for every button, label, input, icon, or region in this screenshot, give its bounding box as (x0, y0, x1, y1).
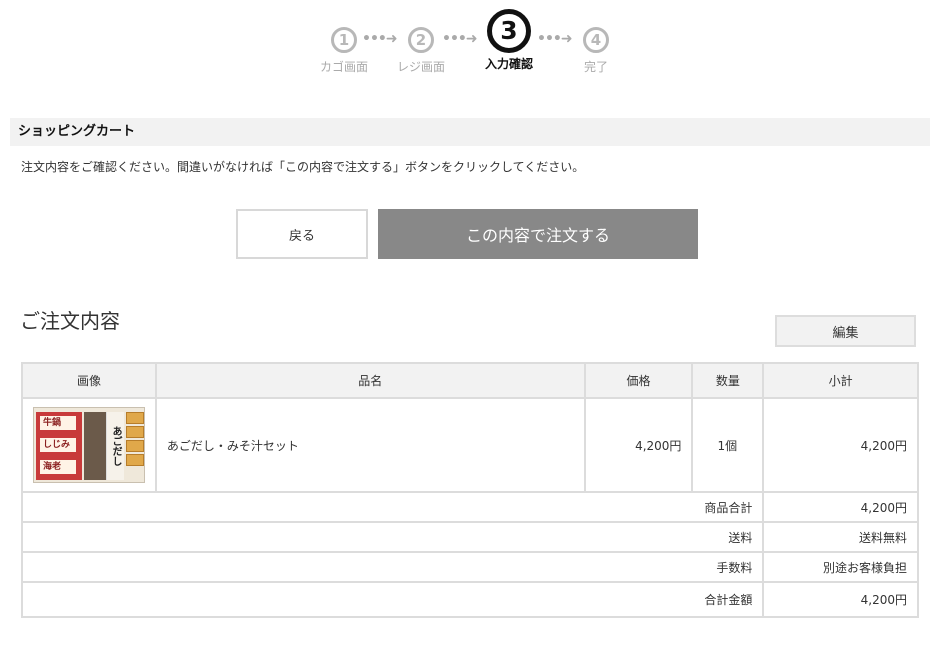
confirm-notice: 注文内容をご確認ください。間違いがなければ「この内容で注文する」ボタンをクリック… (21, 160, 585, 174)
col-header-image: 画像 (21, 362, 157, 399)
step-number: 4 (583, 27, 609, 53)
step-number: 3 (487, 9, 531, 53)
step-label: 完了 (583, 60, 608, 74)
table-row: 牛鍋 しじみ 海老 あごだし あごだし・みそ汁セット 4,200円 1個 4,2… (21, 397, 919, 493)
fee-value: 別途お客様負担 (762, 551, 919, 583)
summary-row-goods-total: 商品合計 4,200円 (20, 491, 919, 523)
product-image-part (125, 412, 144, 480)
checkout-steps: 1 カゴ画面 •••➜ 2 レジ画面 •••➜ 3 入力確認 •••➜ 4 完了 (0, 0, 942, 90)
product-image-part: 牛鍋 しじみ 海老 (35, 412, 82, 480)
table-header-row: 画像 品名 価格 数量 小計 (21, 362, 919, 399)
dotted-arrow-icon: •••➜ (442, 31, 478, 47)
col-header-price: 価格 (583, 362, 694, 399)
order-table: 画像 品名 価格 数量 小計 牛鍋 しじみ 海老 あごだし あごだし・みそ汁セッ… (20, 362, 919, 618)
product-image: 牛鍋 しじみ 海老 あごだし (32, 407, 145, 483)
step-number: 2 (408, 27, 434, 53)
summary-row-fee: 手数料 別途お客様負担 (20, 551, 919, 583)
back-button[interactable]: 戻る (236, 209, 368, 259)
place-order-button[interactable]: この内容で注文する (378, 209, 698, 259)
step-number: 1 (331, 27, 357, 53)
dotted-arrow-icon: •••➜ (537, 31, 573, 47)
shipping-label: 送料 (20, 521, 765, 553)
fee-label: 手数料 (20, 551, 765, 583)
order-details-title: ご注文内容 (20, 309, 120, 333)
col-header-qty: 数量 (691, 362, 765, 399)
col-header-name: 品名 (154, 362, 586, 399)
col-header-subtotal: 小計 (762, 362, 919, 399)
step-label: レジ画面 (396, 60, 445, 74)
product-price: 4,200円 (583, 397, 694, 493)
grand-total-label: 合計金額 (20, 581, 765, 618)
product-image-cell: 牛鍋 しじみ 海老 あごだし (21, 397, 157, 493)
product-image-part: あごだし (105, 412, 124, 480)
summary-row-shipping: 送料 送料無料 (20, 521, 919, 553)
shipping-value: 送料無料 (762, 521, 919, 553)
step-confirm: 3 入力確認 (478, 9, 540, 72)
summary-row-grand-total: 合計金額 4,200円 (20, 581, 919, 618)
product-subtotal: 4,200円 (762, 397, 919, 493)
goods-total-label: 商品合計 (20, 491, 765, 523)
step-label: 入力確認 (484, 57, 533, 71)
grand-total-value: 4,200円 (762, 581, 919, 618)
edit-button[interactable]: 編集 (775, 315, 916, 347)
product-name: あごだし・みそ汁セット (154, 397, 586, 493)
goods-total-value: 4,200円 (762, 491, 919, 523)
step-label: カゴ画面 (319, 60, 368, 74)
section-title: ショッピングカート (10, 118, 930, 146)
product-image-part (83, 412, 106, 480)
step-complete: 4 完了 (572, 27, 620, 75)
product-qty: 1個 (691, 397, 765, 493)
